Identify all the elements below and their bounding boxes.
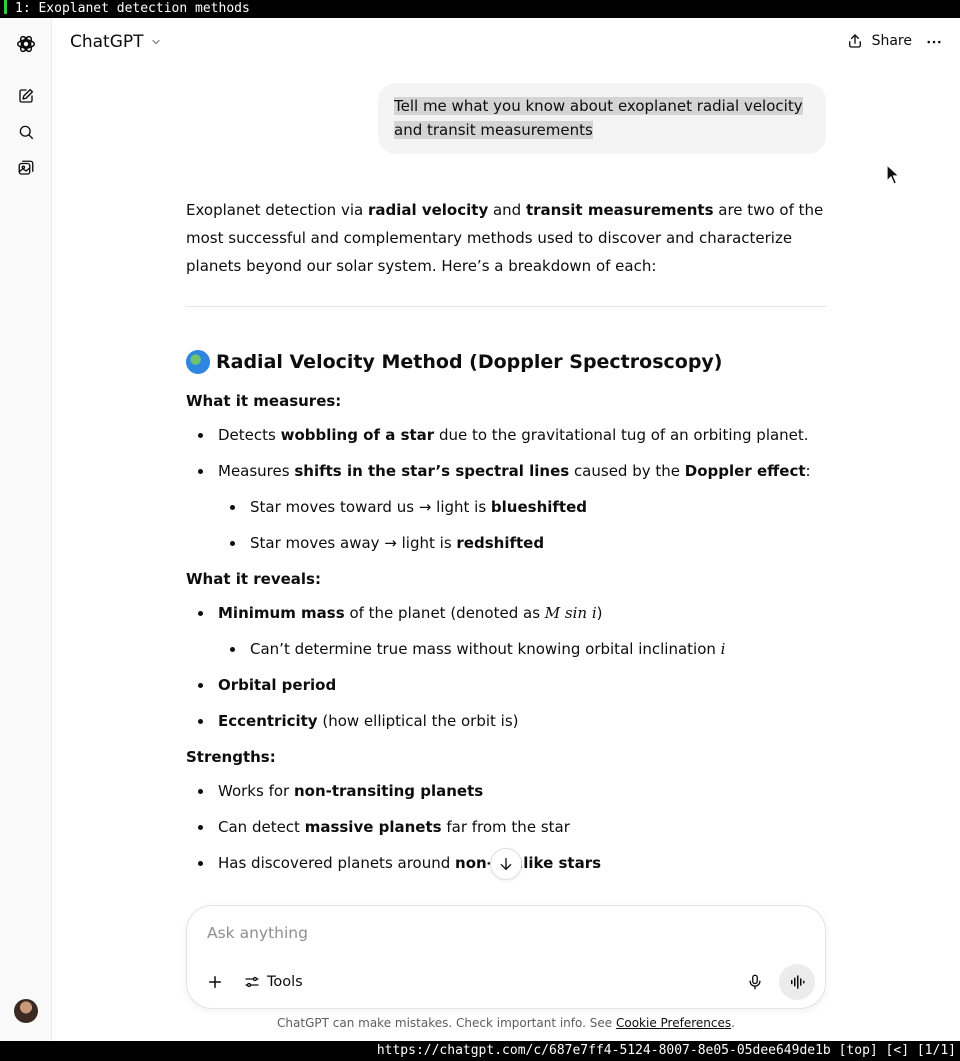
more-horizontal-icon	[927, 40, 941, 44]
terminal-status-bar: https://chatgpt.com/c/687e7ff4-5124-8007…	[0, 1041, 960, 1061]
list-item: Can’t determine true mass without knowin…	[218, 635, 826, 663]
bold-text: non-transiting planets	[293, 782, 484, 800]
list-item: Measures shifts in the star’s spectral l…	[186, 457, 826, 557]
sliders-icon	[245, 976, 259, 988]
text: )	[596, 604, 603, 622]
tools-button[interactable]: Tools	[243, 970, 303, 994]
user-message-text: Tell me what you know about exoplanet ra…	[394, 97, 803, 139]
bold-text: wobbling of a star	[280, 426, 435, 444]
text: Works for	[218, 782, 294, 800]
share-button[interactable]: Share	[846, 32, 912, 50]
measures-list: Detects wobbling of a star due to the gr…	[186, 421, 826, 557]
top-header: ChatGPT Share	[52, 18, 960, 70]
text: Exoplanet detection via	[186, 201, 368, 219]
cookie-preferences-link[interactable]: Cookie Preferences	[616, 1016, 731, 1030]
bold-text: Eccentricity	[218, 712, 318, 730]
text: Can detect	[218, 818, 305, 836]
list-item: Minimum mass of the planet (denoted as M…	[186, 599, 826, 663]
arrow-down-icon	[500, 858, 512, 870]
text: Star moves away → light is	[250, 534, 457, 552]
bold-text: radial velocity	[367, 201, 489, 219]
chevron-down-icon	[151, 39, 160, 45]
text: :	[805, 462, 811, 480]
openai-logo-icon[interactable]	[12, 30, 40, 58]
text: far from the star	[441, 818, 570, 836]
tools-label: Tools	[267, 974, 303, 990]
math-expression: M sin i	[544, 604, 597, 622]
new-chat-icon[interactable]	[12, 82, 40, 110]
text: caused by the	[569, 462, 685, 480]
text: (how elliptical the orbit is)	[317, 712, 519, 730]
voice-waveform-icon	[791, 975, 805, 989]
text: due to the gravitational tug of an orbit…	[434, 426, 809, 444]
text: of the planet (denoted as	[344, 604, 545, 622]
list-item: Works for non-transiting planets	[186, 777, 826, 805]
scroll-to-bottom-button[interactable]	[490, 848, 522, 880]
more-options-button[interactable]	[922, 30, 946, 54]
list-item: Star moves toward us → light is blueshif…	[218, 493, 826, 521]
model-selector[interactable]: ChatGPT	[70, 32, 162, 52]
terminal-title-bar: 1: Exoplanet detection methods	[0, 0, 960, 18]
text: Has discovered planets around	[218, 854, 456, 872]
list-item: Detects wobbling of a star due to the gr…	[186, 421, 826, 449]
bold-text: Minimum mass	[218, 604, 345, 622]
text: Star moves toward us → light is	[250, 498, 491, 516]
globe-emoji-icon	[186, 350, 210, 374]
attach-button[interactable]	[203, 970, 227, 994]
text: and	[488, 201, 526, 219]
terminal-tab-title: 1: Exoplanet detection methods	[15, 1, 250, 16]
bold-text: Doppler effect	[684, 462, 806, 480]
assistant-response: Exoplanet detection via radial velocity …	[186, 196, 826, 885]
bold-text: blueshifted	[490, 498, 588, 516]
list-item: Orbital period	[186, 671, 826, 699]
bold-text: Orbital period	[218, 676, 337, 694]
library-icon[interactable]	[12, 154, 40, 182]
bold-text: shifts in the star’s spectral lines	[294, 462, 570, 480]
avatar[interactable]	[14, 999, 38, 1023]
bold-text: non-sunlike stars	[455, 854, 602, 872]
prompt-input[interactable]	[207, 920, 807, 946]
subheading-reveals: What it reveals:	[186, 570, 321, 588]
bold-text: redshifted	[456, 534, 545, 552]
math-expression: i	[720, 640, 726, 658]
voice-mode-button[interactable]	[779, 964, 815, 1000]
disclaimer-text: ChatGPT can make mistakes. Check importa…	[277, 1016, 616, 1030]
text: Can’t determine true mass without knowin…	[250, 640, 721, 658]
subheading-strengths: Strengths:	[186, 748, 276, 766]
search-icon[interactable]	[12, 118, 40, 146]
user-message: Tell me what you know about exoplanet ra…	[378, 83, 826, 154]
terminal-indicator	[4, 0, 7, 14]
disclaimer: ChatGPT can make mistakes. Check importa…	[52, 1016, 960, 1030]
microphone-icon	[749, 974, 761, 990]
dictate-button[interactable]	[743, 970, 767, 994]
status-url: https://chatgpt.com/c/687e7ff4-5124-8007…	[376, 1043, 956, 1058]
divider	[186, 306, 826, 307]
list-item: Star moves away → light is redshifted	[218, 529, 826, 557]
response-intro: Exoplanet detection via radial velocity …	[186, 196, 826, 280]
nested-list: Star moves toward us → light is blueshif…	[218, 493, 826, 557]
section-heading: Radial Velocity Method (Doppler Spectros…	[186, 347, 826, 377]
disclaimer-end: .	[731, 1016, 735, 1030]
subheading-measures: What it measures:	[186, 392, 342, 410]
share-icon	[848, 34, 861, 48]
share-label: Share	[871, 33, 912, 49]
text: Measures	[218, 462, 295, 480]
composer: Tools	[186, 905, 826, 1009]
sidebar	[0, 18, 52, 1041]
list-item: Eccentricity (how elliptical the orbit i…	[186, 707, 826, 735]
bold-text: transit measurements	[525, 201, 714, 219]
reveals-list: Minimum mass of the planet (denoted as M…	[186, 599, 826, 735]
nested-list: Can’t determine true mass without knowin…	[218, 635, 826, 663]
model-name: ChatGPT	[70, 32, 144, 52]
mouse-cursor-icon	[886, 164, 901, 185]
list-item: Can detect massive planets far from the …	[186, 813, 826, 841]
plus-icon	[209, 976, 221, 988]
text: Detects	[218, 426, 281, 444]
section-title: Radial Velocity Method (Doppler Spectros…	[216, 351, 723, 373]
bold-text: massive planets	[304, 818, 442, 836]
